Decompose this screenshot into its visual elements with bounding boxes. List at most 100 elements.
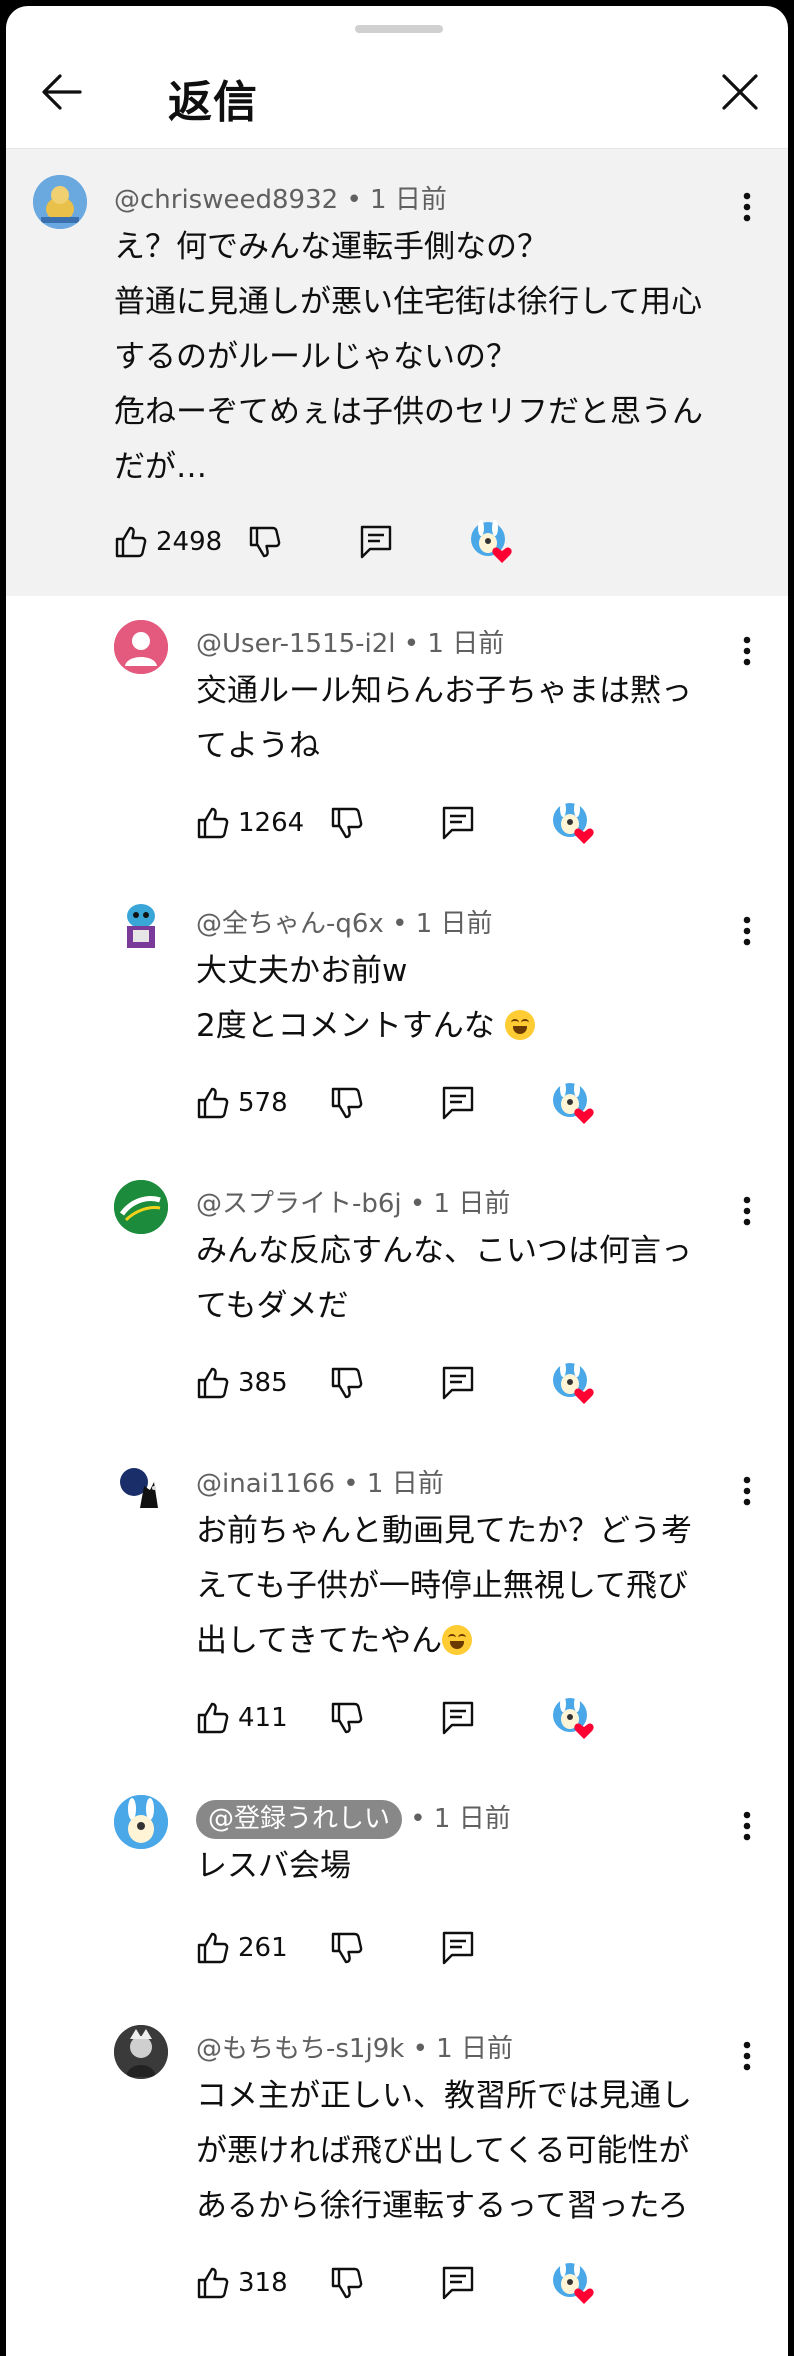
reply-button[interactable] — [442, 2260, 474, 2306]
comment-actions: 1264 — [196, 800, 616, 846]
like-button[interactable]: 2498 — [114, 519, 222, 565]
more-options-button[interactable] — [727, 1802, 767, 1850]
more-vert-icon — [743, 1196, 751, 1226]
comment-line: 交通ルール知らんお子ちゃまは黙っ — [196, 673, 692, 709]
avatar-chrisweed — [33, 175, 87, 229]
reply-comment: @登録うれしい • 1 日前 レスバ会場 261 — [6, 1771, 788, 2001]
meta-separator: • — [343, 1469, 359, 1499]
comment-line: 普通に見通しが悪い住宅街は徐行して用心 — [114, 284, 703, 320]
dislike-button[interactable] — [330, 1695, 364, 1741]
comment-text: 交通ルール知らんお子ちゃまは黙っ てようね — [196, 664, 692, 774]
comment-text: コメ主が正しい、教習所では見通し が悪ければ飛び出してくる可能性が あるから徐行… — [196, 2069, 692, 2234]
thumb-up-icon — [197, 1932, 229, 1964]
comment-meta: @inai1166 • 1 日前 — [196, 1463, 444, 1500]
comment-text: みんな反応すんな、こいつは何言っ てもダメだ — [196, 1224, 692, 1334]
more-options-button[interactable] — [727, 907, 767, 955]
like-button[interactable]: 261 — [196, 1925, 288, 1971]
comment-author[interactable]: @全ちゃん-q6x — [196, 909, 384, 939]
avatar[interactable] — [33, 175, 87, 229]
like-button[interactable]: 578 — [196, 1080, 288, 1126]
avatar-default-pink — [114, 620, 168, 674]
thumb-up-icon — [197, 1702, 229, 1734]
like-button[interactable]: 1264 — [196, 800, 304, 846]
dislike-button[interactable] — [330, 1925, 364, 1971]
comment-time: 1 日前 — [433, 1189, 511, 1219]
comment-line: てようね — [196, 728, 320, 764]
drag-handle[interactable] — [355, 25, 443, 33]
reply-comment: @User-1515-i2l • 1 日前 交通ルール知らんお子ちゃまは黙っ て… — [6, 596, 788, 876]
comment-line: だが… — [114, 449, 207, 485]
avatar[interactable] — [114, 2025, 168, 2079]
like-count: 578 — [238, 1088, 288, 1118]
comment-icon — [442, 1366, 474, 1400]
avatar[interactable] — [114, 1795, 168, 1849]
laughing-emoji-icon — [504, 1010, 535, 1040]
arrow-left-icon — [42, 74, 82, 110]
comment-line: 2度とコメントすんな — [196, 999, 535, 1054]
dislike-button[interactable] — [330, 800, 364, 846]
comment-icon — [442, 806, 474, 840]
meta-separator: • — [410, 1804, 426, 1834]
like-count: 411 — [238, 1703, 288, 1733]
dislike-button[interactable] — [330, 2260, 364, 2306]
comment-author[interactable]: @もちもち-s1j9k — [196, 2034, 404, 2064]
creator-heart-icon — [553, 1081, 594, 1124]
dislike-button[interactable] — [330, 1360, 364, 1406]
reply-button[interactable] — [360, 519, 392, 565]
thumb-up-icon — [197, 1367, 229, 1399]
comment-author[interactable]: @User-1515-i2l — [196, 629, 396, 659]
avatar[interactable] — [114, 620, 168, 674]
dislike-button[interactable] — [248, 519, 282, 565]
avatar[interactable] — [114, 900, 168, 954]
thumb-down-icon — [331, 1932, 363, 1964]
meta-separator: • — [346, 185, 362, 215]
creator-heart-icon — [553, 1361, 594, 1404]
creator-heart-icon — [553, 2261, 594, 2304]
dislike-button[interactable] — [330, 1080, 364, 1126]
comment-line: コメ主が正しい、教習所では見通し — [196, 2078, 692, 2114]
avatar[interactable] — [114, 1180, 168, 1234]
more-vert-icon — [743, 916, 751, 946]
comment-author[interactable]: @inai1166 — [196, 1469, 335, 1499]
comment-actions: 578 — [196, 1080, 616, 1126]
like-button[interactable]: 411 — [196, 1695, 288, 1741]
comment-meta: @User-1515-i2l • 1 日前 — [196, 623, 504, 660]
like-count: 1264 — [238, 808, 305, 838]
comment-line: えても子供が一時停止無視して飛び — [196, 1568, 688, 1604]
back-button[interactable] — [34, 64, 90, 120]
creator-heart — [550, 800, 598, 846]
comment-author[interactable]: @スプライト-b6j — [196, 1189, 402, 1219]
thumb-down-icon — [331, 1702, 363, 1734]
reply-button[interactable] — [442, 1695, 474, 1741]
reply-comment: @全ちゃん-q6x • 1 日前 大丈夫かお前w 2度とコメントすんな 578 — [6, 876, 788, 1156]
comment-line-text: 2度とコメントすんな — [196, 1008, 495, 1044]
close-button[interactable] — [712, 64, 768, 120]
more-options-button[interactable] — [727, 1467, 767, 1515]
reply-button[interactable] — [442, 1360, 474, 1406]
comment-time: 1 日前 — [427, 629, 505, 659]
more-options-button[interactable] — [727, 1187, 767, 1235]
thumb-up-icon — [197, 807, 229, 839]
creator-handle-badge[interactable]: @登録うれしい — [196, 1800, 403, 1839]
reply-button[interactable] — [442, 1080, 474, 1126]
like-button[interactable]: 385 — [196, 1360, 288, 1406]
reply-button[interactable] — [442, 1925, 474, 1971]
avatar[interactable] — [114, 1460, 168, 1514]
more-options-button[interactable] — [727, 183, 767, 231]
thumb-down-icon — [249, 526, 281, 558]
more-vert-icon — [743, 636, 751, 666]
creator-heart — [550, 1360, 598, 1406]
more-options-button[interactable] — [727, 2032, 767, 2080]
like-button[interactable]: 318 — [196, 2260, 288, 2306]
more-options-button[interactable] — [727, 627, 767, 675]
meta-separator: • — [403, 629, 420, 659]
creator-heart — [550, 1695, 598, 1741]
avatar-character — [114, 900, 168, 954]
reply-button[interactable] — [442, 800, 474, 846]
comment-author[interactable]: @chrisweed8932 — [114, 185, 338, 215]
reply-comment: @inai1166 • 1 日前 お前ちゃんと動画見てたか？どう考 えても子供が… — [6, 1436, 788, 1771]
comment-line: みんな反応すんな、こいつは何言っ — [196, 1233, 692, 1269]
comment-line: 危ねーぞてめぇは子供のセリフだと思うん — [114, 394, 703, 430]
replies-header: 返信 — [6, 36, 788, 149]
comment-meta: @全ちゃん-q6x • 1 日前 — [196, 903, 493, 940]
